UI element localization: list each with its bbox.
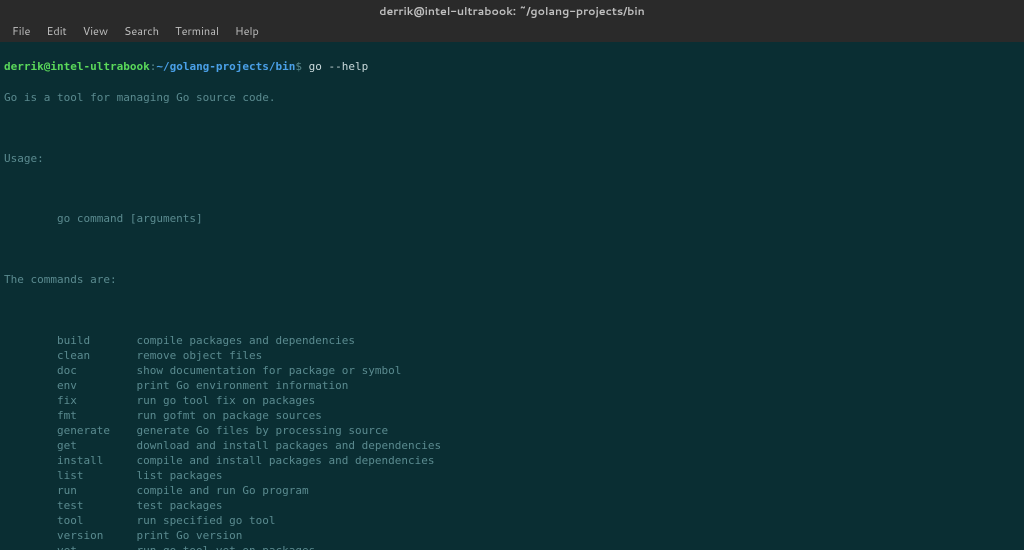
command-row: run compile and run Go program xyxy=(4,483,1020,498)
command-row: version print Go version xyxy=(4,528,1020,543)
output-usage-line: go command [arguments] xyxy=(4,211,1020,226)
command-row: test test packages xyxy=(4,498,1020,513)
command-row: tool run specified go tool xyxy=(4,513,1020,528)
command-row: generate generate Go files by processing… xyxy=(4,423,1020,438)
command-row: fix run go tool fix on packages xyxy=(4,393,1020,408)
window-titlebar[interactable]: derrik@intel-ultrabook: ~/golang-project… xyxy=(0,0,1024,22)
command-row: fmt run gofmt on package sources xyxy=(4,408,1020,423)
command-row: doc show documentation for package or sy… xyxy=(4,363,1020,378)
output-intro: Go is a tool for managing Go source code… xyxy=(4,90,1020,105)
command-row: clean remove object files xyxy=(4,348,1020,363)
command-row: get download and install packages and de… xyxy=(4,438,1020,453)
menu-help[interactable]: Help xyxy=(227,24,267,39)
menubar: File Edit View Search Terminal Help xyxy=(0,22,1024,42)
menu-search[interactable]: Search xyxy=(116,24,167,39)
command-row: env print Go environment information xyxy=(4,378,1020,393)
menu-file[interactable]: File xyxy=(4,24,38,39)
terminal-output[interactable]: derrik@intel-ultrabook:~/golang-projects… xyxy=(0,42,1024,550)
prompt-user: derrik@intel-ultrabook xyxy=(4,60,150,73)
output-commands-header: The commands are: xyxy=(4,272,1020,287)
menu-edit[interactable]: Edit xyxy=(38,24,74,39)
command-row: vet run go tool vet on packages xyxy=(4,543,1020,550)
prompt-path: ~/golang-projects/bin xyxy=(156,60,295,73)
menu-view[interactable]: View xyxy=(75,24,116,39)
output-usage-header: Usage: xyxy=(4,151,1020,166)
menu-terminal[interactable]: Terminal xyxy=(167,24,227,39)
command-row: list list packages xyxy=(4,468,1020,483)
command-row: install compile and install packages and… xyxy=(4,453,1020,468)
command-row: build compile packages and dependencies xyxy=(4,333,1020,348)
entered-command: go --help xyxy=(302,60,368,73)
